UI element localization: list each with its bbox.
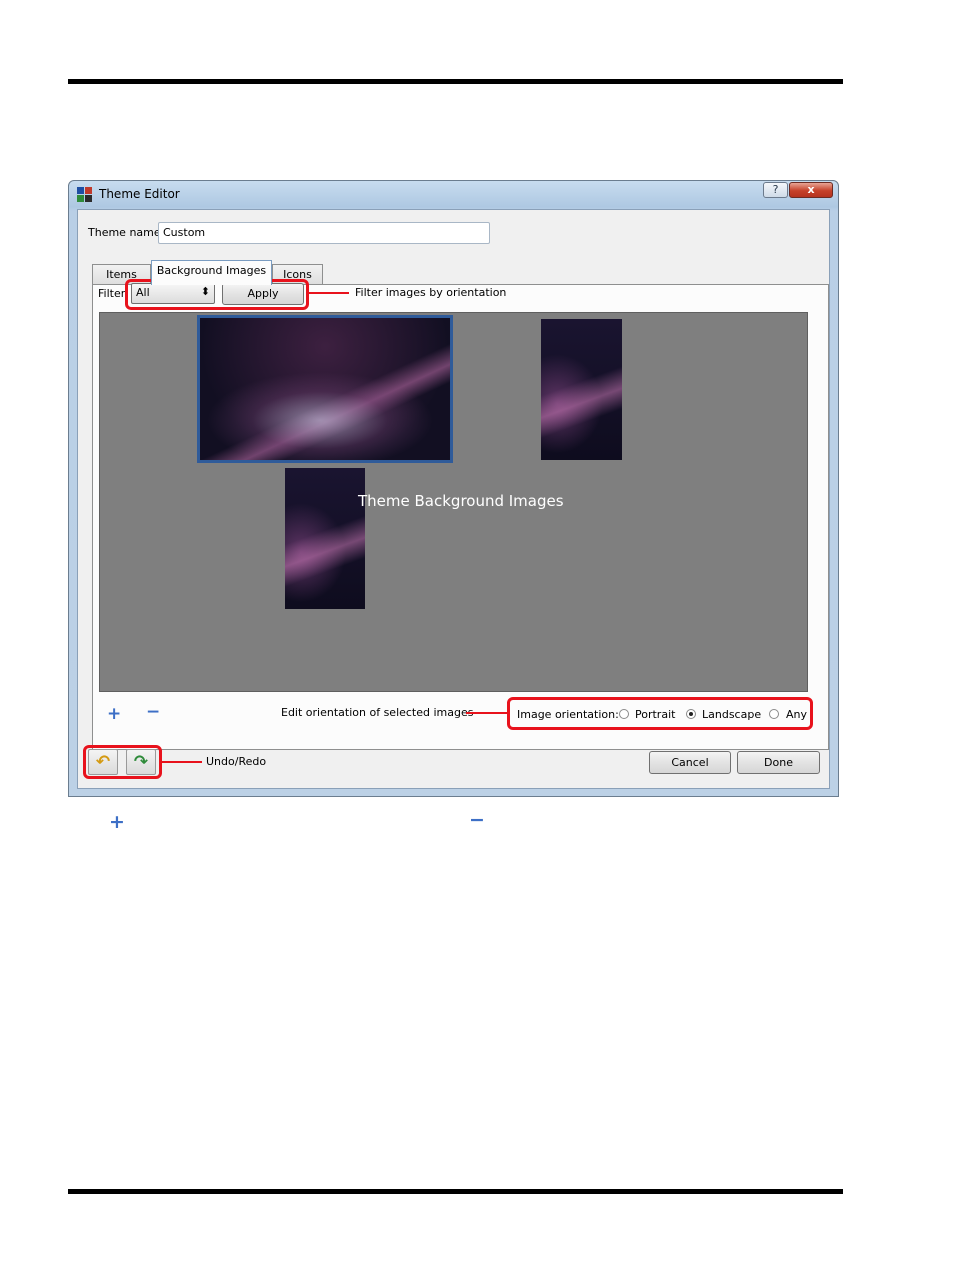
bottom-rule [68, 1189, 843, 1194]
theme-name-label: Theme name [88, 226, 161, 239]
window-title: Theme Editor [99, 187, 180, 201]
undo-redo-highlight-box [83, 745, 162, 779]
image-area-caption: Theme Background Images [358, 492, 564, 510]
remove-icon: − [469, 809, 485, 831]
landscape-thumbnail-selected[interactable] [197, 315, 453, 463]
tab-background-images[interactable]: Background Images [151, 260, 272, 285]
title-bar[interactable]: Theme Editor ? x [69, 181, 838, 209]
portrait-radio[interactable] [619, 709, 629, 719]
portrait-thumbnail[interactable] [541, 319, 622, 460]
undo-redo-callout-text: Undo/Redo [206, 755, 267, 768]
orientation-callout-line [466, 712, 508, 714]
help-button[interactable]: ? [763, 182, 788, 198]
cancel-button[interactable]: Cancel [649, 751, 731, 774]
orientation-callout-text: Edit orientation of selected images [281, 706, 474, 719]
done-button[interactable]: Done [737, 751, 820, 774]
theme-name-input[interactable]: Custom [158, 222, 490, 244]
add-image-icon[interactable]: + [107, 704, 121, 724]
top-rule [68, 79, 843, 84]
remove-image-icon[interactable]: − [146, 702, 160, 722]
filter-label: Filter [98, 287, 126, 300]
any-radio[interactable] [769, 709, 779, 719]
any-radio-label[interactable]: Any [786, 708, 807, 721]
add-icon: + [109, 811, 125, 833]
close-button[interactable]: x [789, 182, 833, 198]
landscape-radio-label[interactable]: Landscape [702, 708, 761, 721]
undo-redo-callout-line [162, 761, 202, 763]
image-orientation-label: Image orientation: [517, 708, 619, 721]
filter-callout-line [309, 292, 349, 294]
filter-callout-text: Filter images by orientation [355, 286, 507, 299]
app-icon [77, 187, 92, 202]
landscape-radio[interactable] [686, 709, 696, 719]
portrait-thumbnail[interactable] [285, 468, 365, 609]
portrait-radio-label[interactable]: Portrait [635, 708, 675, 721]
